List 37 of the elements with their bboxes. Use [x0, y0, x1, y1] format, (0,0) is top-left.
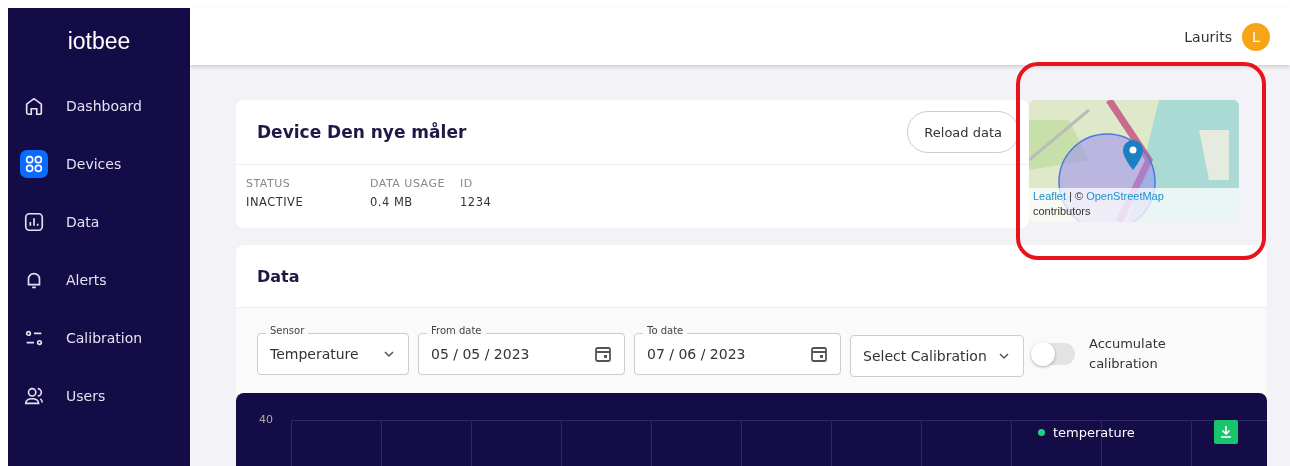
- device-title: Device Den nye måler: [257, 122, 467, 142]
- column-value: 1234: [460, 195, 493, 209]
- download-icon: [1219, 425, 1233, 439]
- column-heading: DATA USAGE: [370, 177, 446, 190]
- select-field[interactable]: Temperature: [257, 333, 409, 375]
- field-label: Sensor: [266, 325, 309, 336]
- select-field[interactable]: Select Calibration: [850, 335, 1024, 377]
- legend-label: temperature: [1053, 425, 1135, 440]
- sidebar-item[interactable]: Users: [8, 367, 190, 425]
- column-value: INACTIVE: [246, 195, 305, 209]
- calendar-icon[interactable]: [594, 345, 612, 363]
- toggle-switch[interactable]: [1033, 343, 1075, 365]
- sidebar-item[interactable]: Dashboard: [8, 77, 190, 135]
- home-icon: [23, 95, 45, 117]
- sidebar-item[interactable]: Devices: [8, 135, 190, 193]
- sidebar-item[interactable]: Alerts: [8, 251, 190, 309]
- app-logo: iotbee: [66, 28, 132, 55]
- users-icon: [23, 385, 45, 407]
- toggle-label: Accumulate calibration: [1089, 335, 1167, 373]
- column-heading: ID: [460, 177, 474, 190]
- field-label: To date: [643, 325, 688, 336]
- grid-icon: [23, 153, 45, 175]
- date-field[interactable]: 05 / 05 / 2023: [418, 333, 625, 375]
- map-attribution: Leaflet | © OpenStreetMap contributors: [1029, 188, 1239, 222]
- sidebar-item[interactable]: Data: [8, 193, 190, 251]
- calendar-icon[interactable]: [810, 345, 828, 363]
- column-value: 0.4 MB: [370, 195, 414, 209]
- user-name: Laurits: [1184, 28, 1232, 45]
- column-heading: STATUS: [246, 177, 292, 190]
- leaflet-link[interactable]: Leaflet: [1033, 190, 1067, 202]
- reload-button[interactable]: Reload data: [907, 111, 1019, 153]
- sidebar-item[interactable]: Calibration: [8, 309, 190, 367]
- axis-tick-label: 40: [259, 413, 273, 426]
- bar-chart-icon: [23, 211, 45, 233]
- date-field[interactable]: 07 / 06 / 2023: [634, 333, 841, 375]
- field-label: From date: [427, 325, 486, 336]
- map[interactable]: Leaflet | © OpenStreetMap contributors: [1029, 100, 1239, 222]
